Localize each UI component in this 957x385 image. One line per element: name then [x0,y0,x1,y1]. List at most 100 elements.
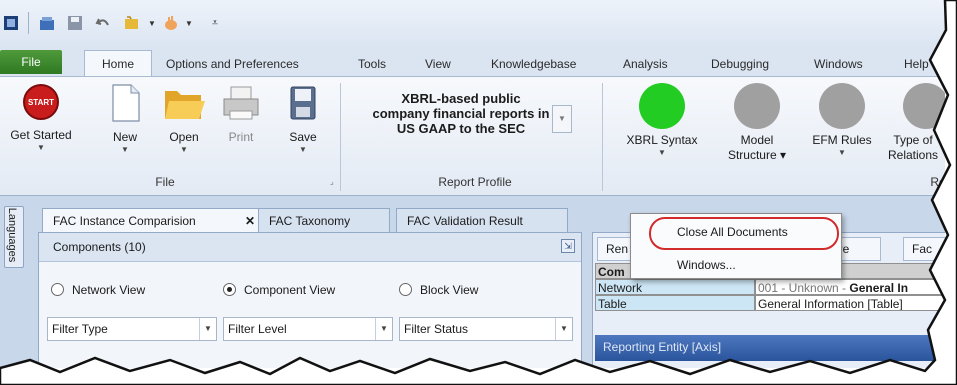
chevron-down-icon: ▼ [199,318,216,340]
tab-view[interactable]: View [425,54,451,74]
context-menu: Close All Documents Windows... [630,213,842,279]
chevron-down-icon[interactable]: ▼ [143,14,161,32]
dialog-launcher-icon[interactable]: ⌟ [330,177,334,186]
chevron-down-icon: ▼ [375,318,392,340]
chevron-down-icon: ▼ [121,145,129,154]
start-icon: START [23,84,59,120]
tab-fac-taxonomy[interactable]: FAC Taxonomy [258,208,390,233]
status-green-icon [639,83,685,129]
new-document-icon [112,84,140,122]
toolbar-separator [28,12,29,34]
new-button[interactable]: New ▼ [100,83,150,155]
chevron-down-icon: ▼ [658,148,666,157]
chevron-down-icon: ▼ [838,148,846,157]
undo-icon[interactable] [94,14,112,32]
filter-type-select[interactable]: Filter Type ▼ [47,317,217,341]
tab-fac-validation-result[interactable]: FAC Validation Result [396,208,568,233]
components-panel: Components (10) ⇲ Network View Component… [38,232,582,368]
save-icon [290,86,316,120]
status-gray-icon [734,83,780,129]
axis-header: Reporting Entity [Axis] [595,335,945,361]
chevron-down-icon[interactable]: ▼ [180,14,198,32]
printer-icon [223,86,259,120]
get-started-label: Get Started [10,128,72,142]
tab-options-and-preferences[interactable]: Options and Preferences [166,54,299,74]
xbrl-syntax-label: XBRL Syntax [626,133,698,147]
model-structure-label: Model Structure ▾ [727,133,787,162]
tab-tools[interactable]: Tools [358,54,386,74]
svg-text:START: START [28,98,54,107]
components-header: Components (10) ⇲ [39,233,581,262]
chevron-down-icon: ▼ [299,145,307,154]
open-label: Open [169,130,199,144]
quick-access-toolbar: ▼ ▼ ⩡ [0,0,945,46]
table-row-label: Table [595,295,755,311]
tab-home[interactable]: Home [84,50,152,77]
group-separator [602,83,603,191]
tab-label: FAC Instance Comparision [53,214,196,228]
chevron-down-icon: ▼ [37,143,45,152]
group-separator [340,83,341,191]
languages-label: Languages [6,207,19,263]
print-button[interactable]: Print [216,83,266,145]
radio-checked-icon [223,283,236,296]
report-profile-group-label: Report Profile [438,175,512,189]
tab-debugging[interactable]: Debugging [711,54,769,74]
rep-group-label: Re [930,175,945,189]
tab-analysis[interactable]: Analysis [623,54,668,74]
tab-knowledgebase[interactable]: Knowledgebase [491,54,576,74]
chevron-down-icon: ▼ [555,318,572,340]
file-group-label: File [155,175,175,189]
languages-tab[interactable]: Languages [4,206,24,268]
print-label: Print [228,130,254,144]
save-label: Save [289,130,317,144]
hand-icon[interactable] [162,14,180,32]
status-gray-icon [819,83,865,129]
get-started-button[interactable]: START Get Started ▼ [6,83,76,153]
xbrl-syntax-button[interactable]: XBRL Syntax ▼ [618,83,706,158]
save-small-icon[interactable] [66,14,84,32]
windows-menu-item[interactable]: Windows... [677,258,736,272]
close-all-documents-menu-item[interactable]: Close All Documents [677,225,788,239]
radio-icon [51,283,64,296]
tab-windows[interactable]: Windows [814,54,863,74]
radio-label: Component View [244,283,336,297]
tab-fac-instance-comparision[interactable]: FAC Instance Comparision ✕ [42,208,264,233]
open-dropdown-icon[interactable] [124,14,142,32]
ribbon-home: START Get Started ▼ New ▼ Open ▼ Print S… [0,76,945,196]
tab-label: FAC Validation Result [407,214,523,228]
open-button[interactable]: Open ▼ [158,83,210,155]
radio-label: Network View [72,283,146,297]
components-title: Components (10) [53,240,146,254]
block-view-radio[interactable]: Block View [399,283,478,297]
chevron-down-icon: ▼ [180,145,188,154]
app-menu-icon[interactable] [2,14,20,32]
report-profile-dropdown[interactable]: ▼ [552,105,572,133]
expand-icon[interactable]: ⇲ [561,239,575,253]
report-profile-text: XBRL-based public company financial repo… [372,91,550,136]
filter-status-select[interactable]: Filter Status ▼ [399,317,573,341]
radio-label: Block View [420,283,479,297]
table-row-value: 001 - Unknown - General In [755,279,945,295]
new-label: New [112,130,137,144]
folder-icon [165,91,205,119]
customize-toolbar-icon[interactable]: ⩡ [206,14,224,32]
model-structure-button[interactable]: Model Structure ▾ [712,83,802,163]
ribbon-tabs: File Home Options and Preferences Tools … [0,46,945,77]
status-gray-icon [903,83,945,129]
network-view-radio[interactable]: Network View [51,283,145,297]
tab-facts[interactable]: Fac [903,237,945,261]
left-dock: Languages [0,196,24,368]
efm-rules-button[interactable]: EFM Rules ▼ [804,83,880,158]
type-of-relations-button[interactable]: Type of Relations [886,83,945,163]
save-button[interactable]: Save ▼ [278,83,328,155]
component-view-radio[interactable]: Component View [223,283,335,297]
tab-help[interactable]: Help [904,54,929,74]
workspace-icon[interactable] [38,14,56,32]
efm-rules-label: EFM Rules [812,133,872,147]
tab-file[interactable]: File [0,50,62,74]
filter-level-select[interactable]: Filter Level ▼ [223,317,393,341]
tab-label: FAC Taxonomy [269,214,351,228]
table-row-value: General Information [Table] [755,295,945,311]
close-icon[interactable]: ✕ [245,209,255,233]
